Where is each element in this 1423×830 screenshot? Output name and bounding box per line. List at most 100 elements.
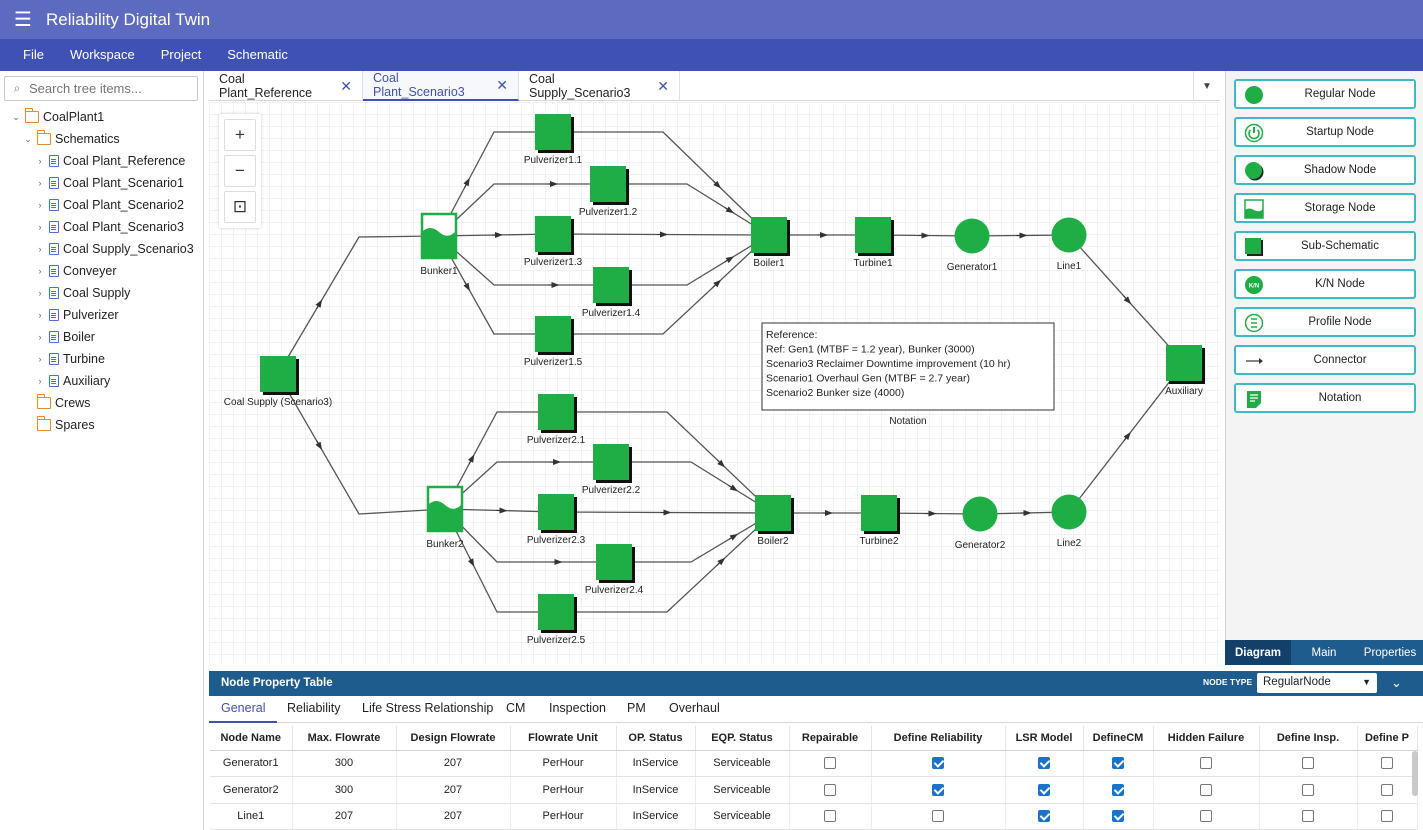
lsr-model-checkbox[interactable] [1038,757,1050,770]
palette-startup-node[interactable]: Startup Node [1234,117,1416,147]
schematic-node-generator2[interactable]: Generator2 [955,496,1006,552]
palette-sub-schematic[interactable]: Sub-Schematic [1234,231,1416,261]
schematic-node-pulverizer2-4[interactable]: Pulverizer2.4 [585,544,644,596]
tree-item-crews[interactable]: Crews [0,392,204,414]
schematic-node-pulverizer1-4[interactable]: Pulverizer1.4 [582,267,641,319]
repairable-checkbox[interactable] [824,810,836,823]
close-icon[interactable]: ✕ [657,78,669,95]
tree-item-coal-plant-scenario2[interactable]: › Coal Plant_Scenario2 [0,194,204,216]
cell-design-flowrate[interactable]: 207 [396,750,511,777]
palette-notation[interactable]: Notation [1234,383,1416,413]
hidden-failure-checkbox[interactable] [1200,757,1212,770]
schematic-node-bunker1[interactable]: Bunker1 [420,212,458,277]
close-icon[interactable]: ✕ [496,77,508,94]
hidden-failure-checkbox[interactable] [1200,783,1212,796]
table-row[interactable]: Line1 207 207 PerHour InService Serviceable [210,803,1418,830]
cell-design-flowrate[interactable]: 207 [396,776,511,804]
schematic-node-bunker2[interactable]: Bunker2 [426,485,464,550]
tree-item-boiler[interactable]: › Boiler [0,326,204,348]
cell-op-status[interactable]: InService [616,750,696,777]
column-header-design-flowrate[interactable]: Design Flowrate [396,726,511,751]
tree-item-coal-plant-scenario3[interactable]: › Coal Plant_Scenario3 [0,216,204,238]
tree-item-coal-supply[interactable]: › Coal Supply [0,282,204,304]
node-type-select[interactable]: RegularNode ▼ [1257,673,1377,693]
tree-item-coal-plant-scenario1[interactable]: › Coal Plant_Scenario1 [0,172,204,194]
chevron-right-icon[interactable]: › [34,376,46,386]
schematic-node-pulverizer2-5[interactable]: Pulverizer2.5 [527,594,586,646]
palette-profile-node[interactable]: Profile Node [1234,307,1416,337]
definecm-checkbox[interactable] [1112,783,1124,796]
connector-line[interactable] [277,373,446,515]
cell-eqp-status[interactable]: Serviceable [695,776,790,804]
tab-main[interactable]: Main [1291,640,1357,665]
cell-flowrate-unit[interactable]: PerHour [510,776,617,804]
tree-item-turbine[interactable]: › Turbine [0,348,204,370]
chevron-right-icon[interactable]: › [34,222,46,232]
define-reliability-checkbox[interactable] [932,783,944,796]
schematic-node-line1[interactable]: Line1 [1051,217,1087,273]
fit-to-screen-button[interactable]: ⊡ [224,191,256,223]
hidden-failure-checkbox[interactable] [1200,810,1212,823]
tab-coal-plant-scenario3[interactable]: Coal Plant_Scenario3 ✕ [363,71,519,101]
chevron-right-icon[interactable]: › [34,332,46,342]
schematic-node-pulverizer1-1[interactable]: Pulverizer1.1 [524,114,583,166]
cell-max-flowrate[interactable]: 207 [292,803,397,830]
cell-max-flowrate[interactable]: 300 [292,750,397,777]
connector-line[interactable] [277,235,440,375]
cell-node-name[interactable]: Generator1 [210,750,293,777]
cell-flowrate-unit[interactable]: PerHour [510,750,617,777]
chevron-right-icon[interactable]: › [34,354,46,364]
cell-node-name[interactable]: Generator2 [210,776,293,804]
cell-node-name[interactable]: Line1 [210,803,293,830]
column-header-node-name[interactable]: Node Name [210,726,293,751]
tab-cm[interactable]: CM [494,697,537,723]
schematic-node-turbine1[interactable]: Turbine1 [853,217,894,269]
column-header-definecm[interactable]: DefineCM [1083,726,1154,751]
tab-coal-plant-reference[interactable]: Coal Plant_Reference ✕ [209,71,363,101]
chevron-down-icon[interactable]: ⌄ [10,112,22,123]
chevron-right-icon[interactable]: › [34,288,46,298]
schematic-node-turbine2[interactable]: Turbine2 [859,495,900,547]
zoom-in-button[interactable]: + [224,119,256,151]
tree-item-pulverizer[interactable]: › Pulverizer [0,304,204,326]
column-header-eqp-status[interactable]: EQP. Status [695,726,790,751]
definecm-checkbox[interactable] [1112,757,1124,770]
chevron-down-icon[interactable]: ⌄ [22,134,34,145]
palette-regular-node[interactable]: Regular Node [1234,79,1416,109]
cell-eqp-status[interactable]: Serviceable [695,750,790,777]
tab-properties[interactable]: Properties [1357,640,1423,665]
tree-search-input[interactable] [29,81,189,96]
tab-life-stress-relationship[interactable]: Life Stress Relationship [350,697,505,723]
define-p-checkbox[interactable] [1381,783,1393,796]
table-row[interactable]: Generator1 300 207 PerHour InService Servicea… [210,750,1418,777]
tab-coal-supply-scenario3[interactable]: Coal Supply_Scenario3 ✕ [519,71,680,101]
chevron-right-icon[interactable]: › [34,266,46,276]
schematic-node-boiler1[interactable]: Boiler1 [751,217,790,269]
column-header-op-status[interactable]: OP. Status [616,726,696,751]
palette-k-n-node[interactable]: K/N K/N Node [1234,269,1416,299]
collapse-chevron-icon[interactable]: ⌄ [1391,675,1402,691]
lsr-model-checkbox[interactable] [1038,810,1050,823]
column-header-max-flowrate[interactable]: Max. Flowrate [292,726,397,751]
lsr-model-checkbox[interactable] [1038,783,1050,796]
column-header-define-insp[interactable]: Define Insp. [1259,726,1358,751]
definecm-checkbox[interactable] [1112,810,1124,823]
tree-item-spares[interactable]: Spares [0,414,204,436]
cell-max-flowrate[interactable]: 300 [292,776,397,804]
tree-item-auxiliary[interactable]: › Auxiliary [0,370,204,392]
menu-file[interactable]: File [10,39,57,71]
column-header-lsr-model[interactable]: LSR Model [1005,726,1084,751]
tab-diagram[interactable]: Diagram [1225,640,1291,665]
repairable-checkbox[interactable] [824,783,836,796]
tab-inspection[interactable]: Inspection [537,697,618,723]
schematic-node-pulverizer2-3[interactable]: Pulverizer2.3 [527,494,586,546]
tree-item-schematics[interactable]: ⌄ Schematics [0,128,204,150]
close-icon[interactable]: ✕ [340,78,352,95]
tab-pm[interactable]: PM [615,697,658,723]
chevron-right-icon[interactable]: › [34,244,46,254]
schematic-node-coal-supply-scenario3[interactable]: Coal Supply (Scenario3) [224,356,332,408]
cell-op-status[interactable]: InService [616,776,696,804]
tab-overhaul[interactable]: Overhaul [657,697,732,723]
menu-workspace[interactable]: Workspace [57,39,148,71]
connector-line[interactable] [614,512,774,563]
